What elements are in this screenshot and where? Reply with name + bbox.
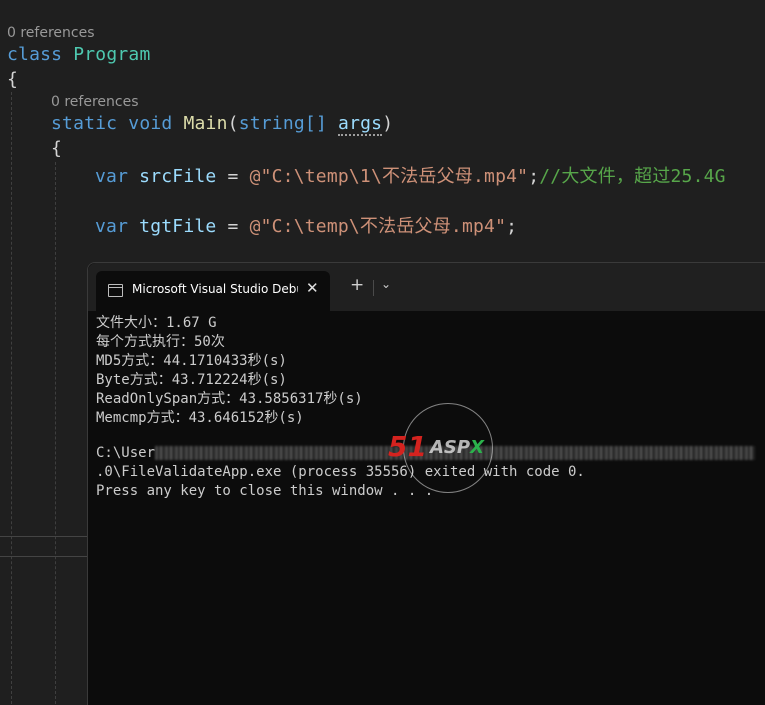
indent-guide [11, 92, 12, 704]
output-line: 文件大小：1.67 G [96, 315, 217, 331]
code-line-srcfile: var srcFile = @"C:\temp\1\不法岳父母.mp4";//大… [95, 162, 726, 188]
assign-op: = [216, 166, 250, 187]
code-line-brace: { [7, 69, 19, 90]
variable-srcfile: srcFile [139, 166, 217, 187]
tab-separator [373, 280, 374, 296]
code-line-tgtfile: var tgtFile = @"C:\temp\不法岳父母.mp4"; [95, 212, 517, 238]
chevron-down-icon[interactable]: ⌄ [381, 277, 391, 291]
watermark-logo-number: 51 [388, 430, 427, 463]
code-line-brace2: { [51, 138, 63, 159]
codelens-main-references[interactable]: 0 references [51, 94, 139, 110]
output-line: Byte方式：43.712224秒(s) [96, 372, 287, 388]
console-icon [108, 284, 123, 297]
output-line: 每个方式执行：50次 [96, 334, 225, 350]
method-name: Main [183, 113, 228, 134]
output-line-exit: .0\FileValidateApp.exe (process 35556) e… [96, 464, 585, 480]
code-line-main: static void Main(string[] args) [51, 113, 394, 136]
editor-divider [0, 556, 87, 557]
keyword-var: var [95, 216, 129, 237]
indent-guide [55, 162, 56, 704]
paren-close: ) [382, 113, 394, 134]
semicolon: ; [506, 216, 518, 237]
terminal-output[interactable]: 文件大小：1.67 G 每个方式执行：50次 MD5方式：44.1710433秒… [96, 312, 765, 705]
param-type: string[] [238, 113, 327, 134]
comment-src: //大文件，超过25.4G [539, 166, 726, 187]
assign-op: = [216, 216, 250, 237]
editor-divider [0, 536, 87, 537]
variable-tgtfile: tgtFile [139, 216, 217, 237]
output-line: Memcmp方式：43.646152秒(s) [96, 410, 304, 426]
code-line-class: class Program [7, 44, 151, 65]
output-line: MD5方式：44.1710433秒(s) [96, 353, 287, 369]
keyword-var: var [95, 166, 129, 187]
semicolon: ; [528, 166, 540, 187]
tab-debug-console[interactable]: Microsoft Visual Studio Debug Console ✕ [96, 271, 330, 311]
output-line: ReadOnlySpan方式：43.5856317秒(s) [96, 391, 363, 407]
close-icon[interactable]: ✕ [306, 279, 319, 297]
new-tab-button[interactable]: + [350, 275, 364, 295]
terminal-tabstrip: Microsoft Visual Studio Debug Console ✕ … [88, 263, 765, 311]
path-prefix: C:\User [96, 445, 156, 461]
watermark-asp: ASP [430, 437, 471, 458]
output-line-press: Press any key to close this window . . . [96, 483, 434, 499]
class-name: Program [73, 44, 151, 65]
watermark-logo-text: ASPX [430, 437, 484, 458]
keyword-void: void [128, 113, 173, 134]
tab-title: Microsoft Visual Studio Debug Console [132, 282, 298, 296]
keyword-class: class [7, 44, 63, 65]
string-tgt-path: @"C:\temp\不法岳父母.mp4" [249, 216, 507, 237]
codelens-class-references[interactable]: 0 references [7, 25, 95, 41]
param-args: args [338, 113, 383, 136]
watermark-x: X [470, 437, 484, 458]
paren-open: ( [227, 113, 239, 134]
string-src-path: @"C:\temp\1\不法岳父母.mp4" [249, 166, 529, 187]
keyword-static: static [51, 113, 118, 134]
